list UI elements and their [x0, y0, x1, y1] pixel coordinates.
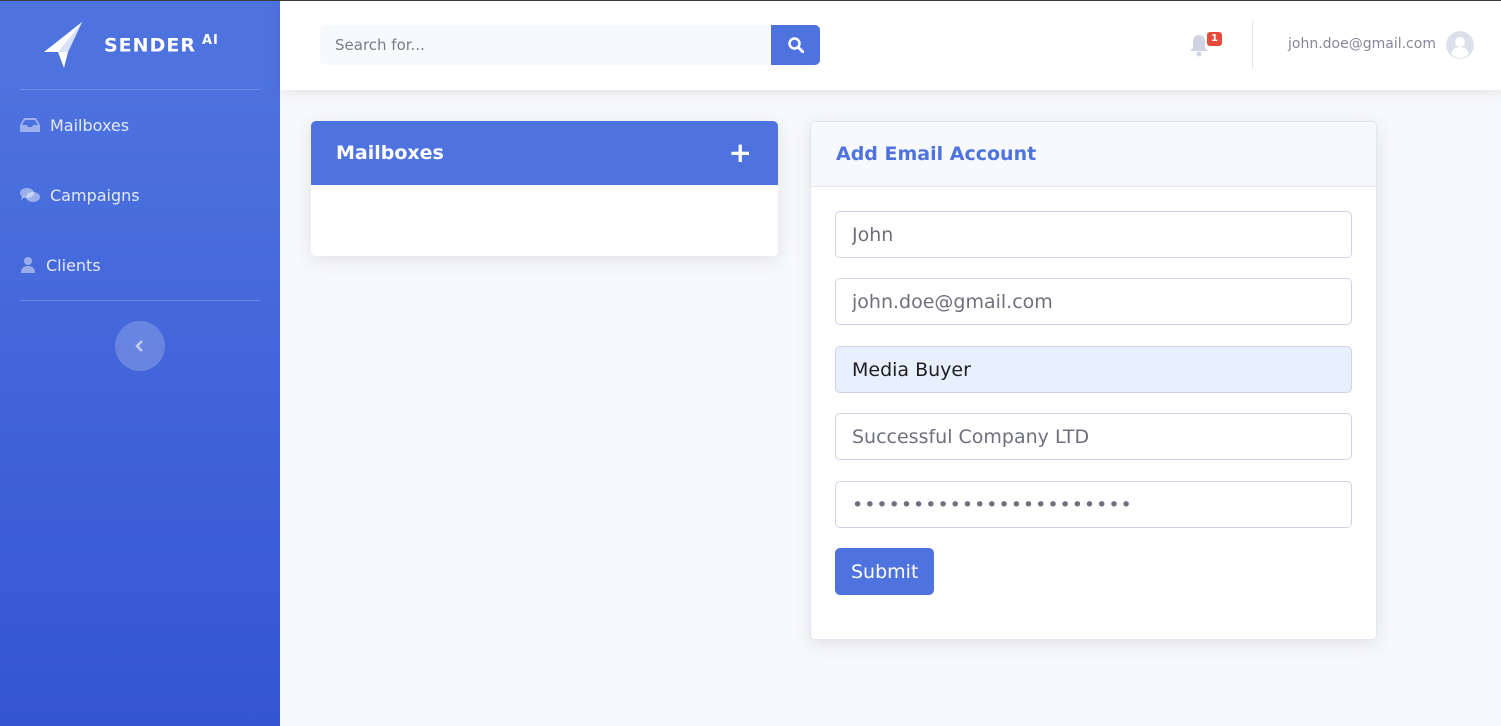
sidebar-item-mailboxes[interactable]: Mailboxes: [0, 90, 280, 160]
inbox-icon: [20, 117, 40, 133]
job-title-field[interactable]: [835, 346, 1352, 393]
paper-plane-logo-icon: [44, 22, 82, 68]
email-field[interactable]: [835, 278, 1352, 325]
search-input[interactable]: [320, 25, 771, 65]
sidebar-divider: [20, 300, 260, 301]
sidebar-item-label: Clients: [46, 255, 101, 275]
submit-button[interactable]: Submit: [835, 548, 935, 595]
sidebar-item-campaigns[interactable]: Campaigns: [0, 160, 280, 230]
add-mailbox-button[interactable]: +: [729, 139, 752, 167]
add-email-account-card: Add Email Account Submit: [810, 121, 1377, 640]
name-field[interactable]: [835, 211, 1352, 258]
sidebar: SENDER AI Mailboxes Campaigns Clients: [0, 1, 280, 726]
sidebar-item-label: Mailboxes: [50, 115, 130, 135]
comments-icon: [20, 187, 40, 203]
password-field[interactable]: [835, 481, 1352, 528]
mailboxes-card-title: Mailboxes: [336, 142, 444, 164]
company-field[interactable]: [835, 413, 1352, 460]
search-bar: [320, 25, 820, 65]
search-icon: [787, 37, 804, 53]
avatar-icon[interactable]: [1446, 31, 1474, 59]
add-email-account-title: Add Email Account: [836, 143, 1037, 165]
user-tie-icon: [20, 257, 36, 273]
sidebar-item-clients[interactable]: Clients: [0, 230, 280, 300]
mailboxes-card: Mailboxes +: [311, 121, 778, 256]
add-email-account-header: Add Email Account: [811, 122, 1376, 187]
user-email[interactable]: john.doe@gmail.com: [1288, 36, 1436, 52]
search-button[interactable]: [771, 25, 820, 65]
mailboxes-card-header: Mailboxes +: [311, 121, 778, 185]
notification-badge: 1: [1207, 32, 1222, 46]
sidebar-toggle-button[interactable]: [115, 321, 165, 371]
brand[interactable]: SENDER AI: [0, 1, 280, 89]
sidebar-item-label: Campaigns: [50, 185, 140, 205]
chevron-left-icon: [135, 340, 143, 352]
brand-name: SENDER AI: [104, 33, 219, 57]
topbar-divider: [1252, 21, 1253, 69]
topbar: 1 john.doe@gmail.com: [280, 1, 1501, 90]
